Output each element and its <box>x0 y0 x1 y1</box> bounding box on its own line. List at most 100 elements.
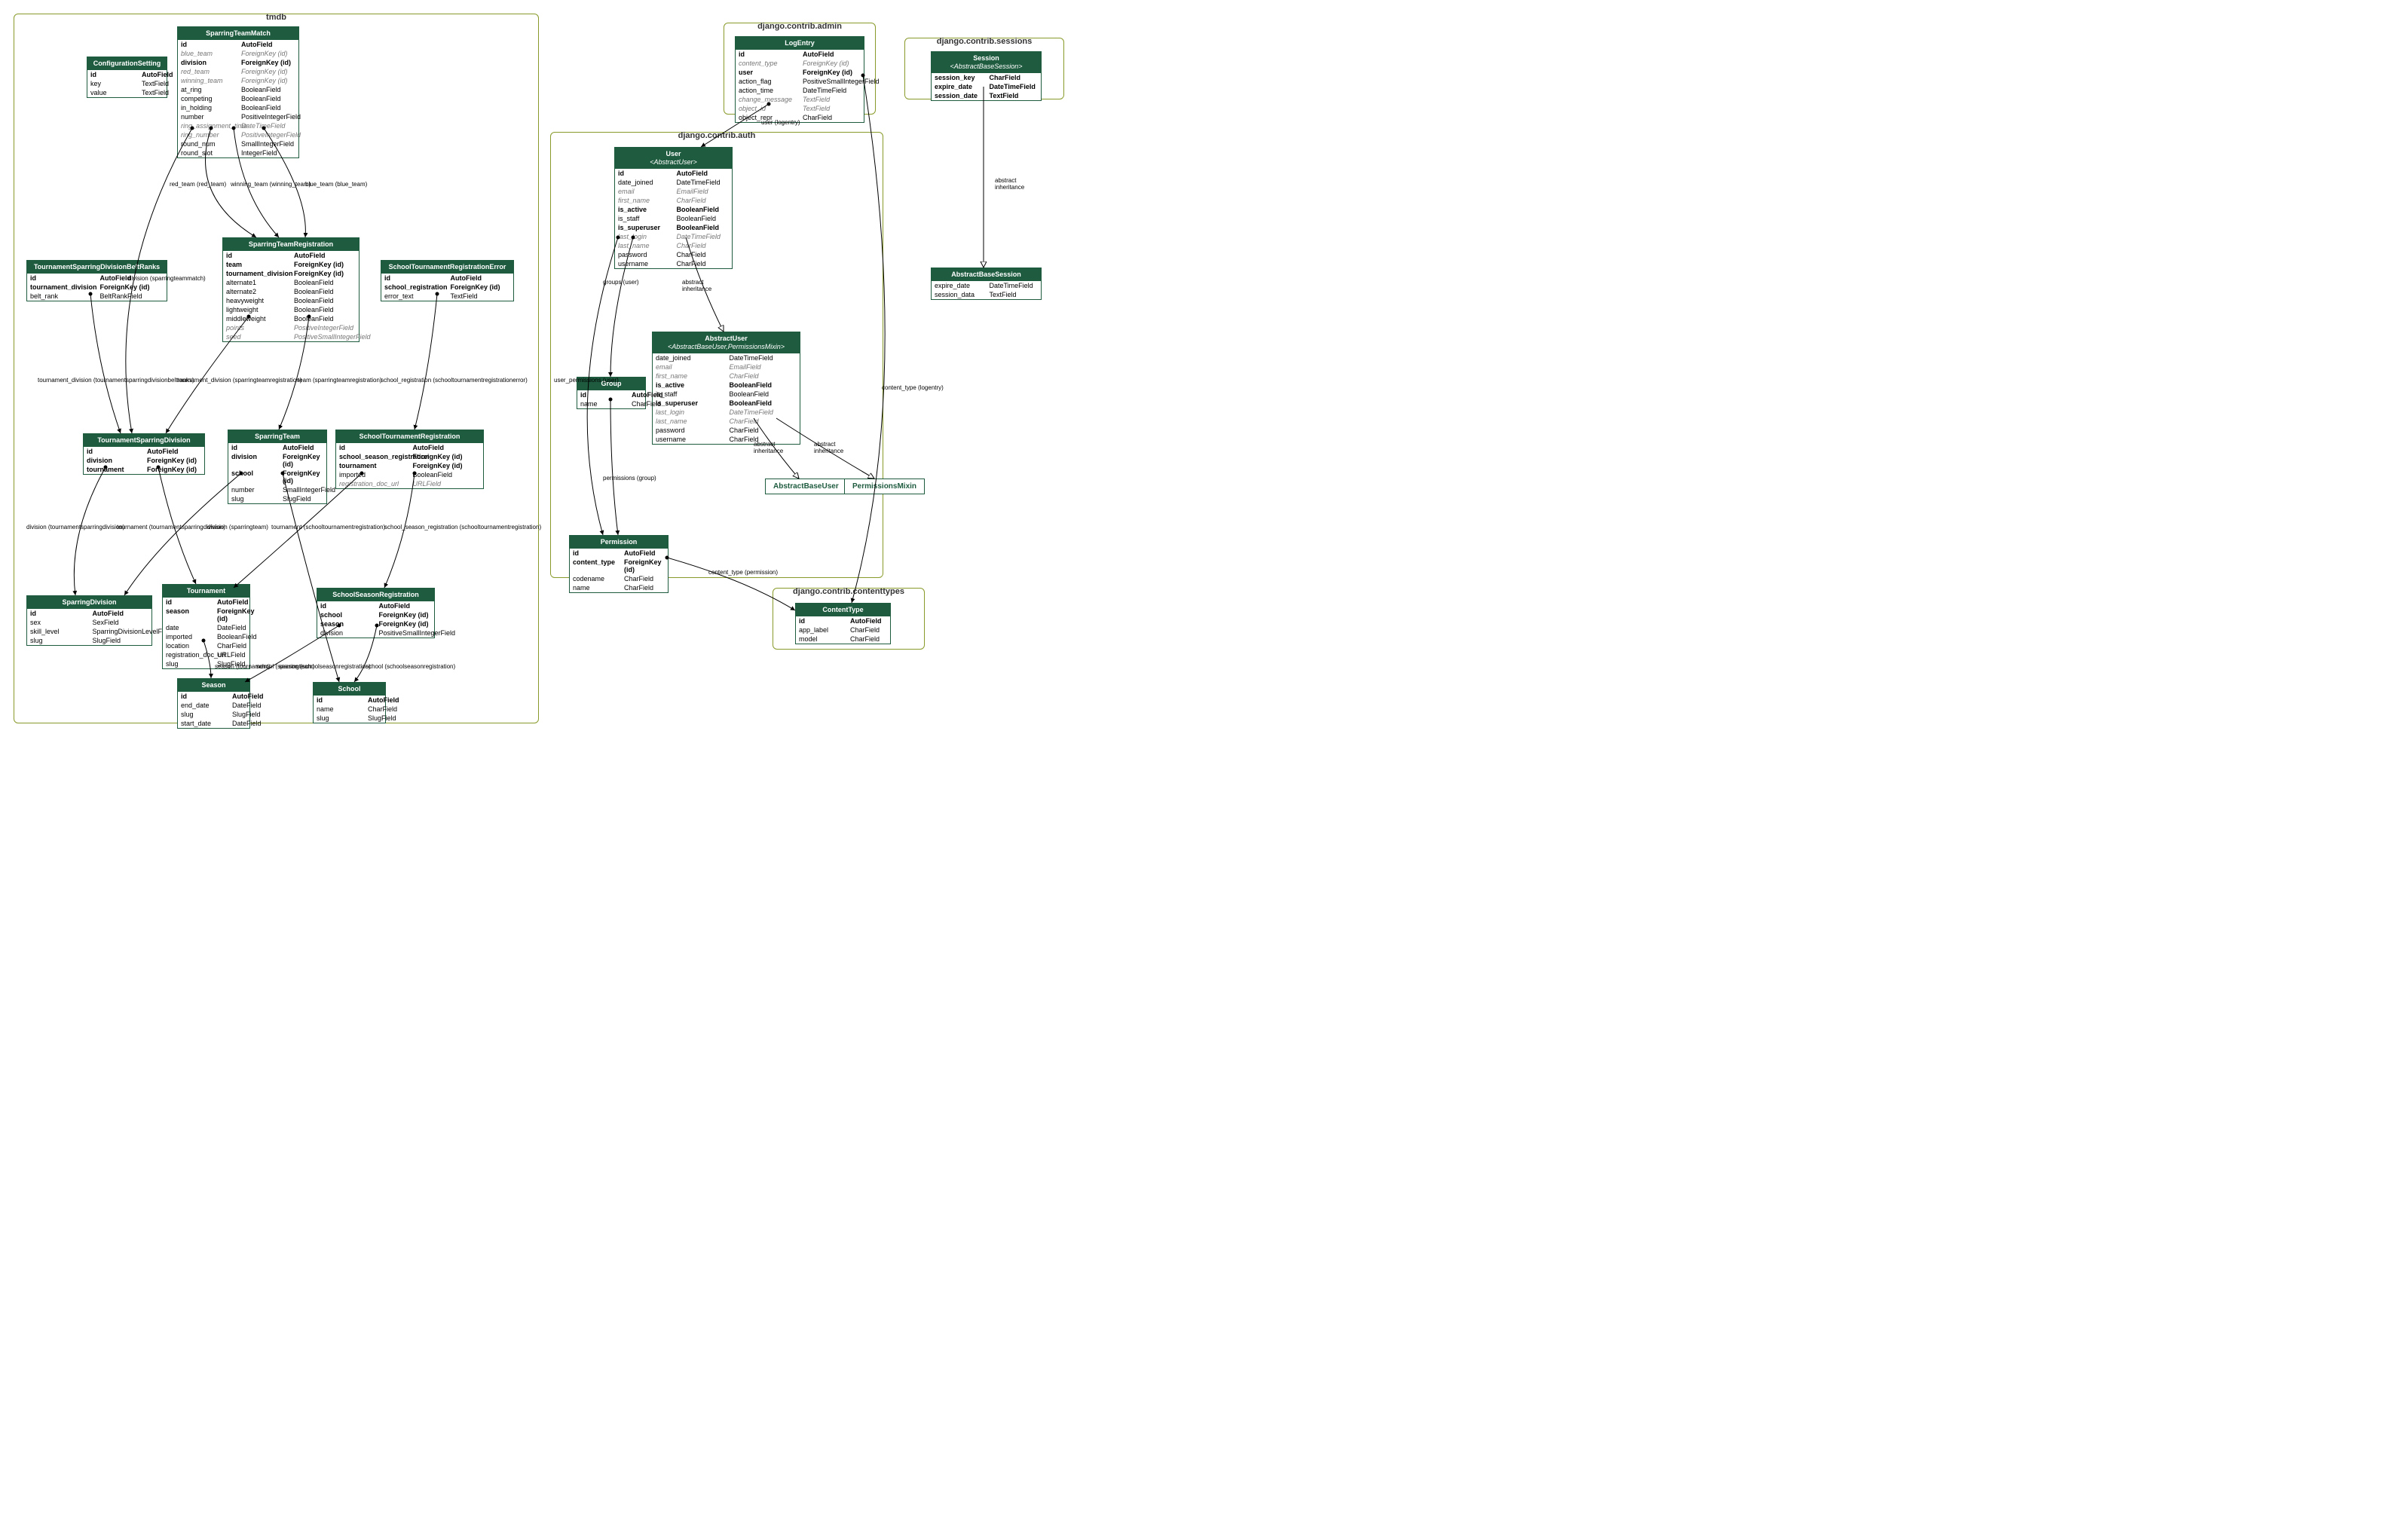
field-row: in_holdingBooleanField <box>178 103 298 112</box>
field-row: last_loginDateTimeField <box>615 232 732 241</box>
field-row: last_nameCharField <box>615 241 732 250</box>
field-row: passwordCharField <box>615 250 732 259</box>
field-row: seedPositiveSmallIntegerField <box>223 332 359 341</box>
cluster-label: django.contrib.contenttypes <box>773 586 924 598</box>
field-row: is_superuserBooleanField <box>615 223 732 232</box>
entity-sparringteammatch: SparringTeamMatchidAutoFieldblue_teamFor… <box>177 26 299 158</box>
entity-abstractuser: AbstractUser<AbstractBaseUser,Permission… <box>652 332 800 445</box>
field-row: idAutoField <box>163 598 249 607</box>
field-row: seasonForeignKey (id) <box>317 619 434 628</box>
edge-label: abstract inheritance <box>682 279 711 292</box>
field-row: registration_doc_urlURLField <box>163 650 249 659</box>
field-row: idAutoField <box>317 601 434 610</box>
field-row: belt_rankBeltRankField <box>27 292 167 301</box>
entity-user: User<AbstractUser>idAutoFielddate_joined… <box>614 147 733 269</box>
field-row: expire_dateDateTimeField <box>932 281 1041 290</box>
field-row: at_ringBooleanField <box>178 85 298 94</box>
entity-title: Session<AbstractBaseSession> <box>932 52 1041 73</box>
field-row: winning_teamForeignKey (id) <box>178 76 298 85</box>
field-row: numberSmallIntegerField <box>228 485 326 494</box>
edge-label: division (sparringteammatch) <box>128 275 206 282</box>
entity-title: ConfigurationSetting <box>87 57 167 70</box>
entity-sparringteamregistration: SparringTeamRegistrationidAutoFieldteamF… <box>222 237 360 342</box>
field-row: idAutoField <box>223 251 359 260</box>
edge-label: division (sparringteam) <box>207 524 268 531</box>
entity-title: TournamentSparringDivisionBeltRanks <box>27 261 167 274</box>
field-row: nameCharField <box>570 583 668 592</box>
edge-label: user_permissions (user) <box>554 377 619 384</box>
field-row: idAutoField <box>178 692 249 701</box>
field-row: school_season_registrationForeignKey (id… <box>336 452 483 461</box>
field-row: lightweightBooleanField <box>223 305 359 314</box>
field-row: round_slotIntegerField <box>178 148 298 157</box>
edge-label: season (schoolseasonregistration) <box>279 663 371 670</box>
field-row: tournamentForeignKey (id) <box>84 465 204 474</box>
cluster-label: django.contrib.admin <box>724 20 875 32</box>
field-row: registration_doc_urlURLField <box>336 479 483 488</box>
edge-label: abstract inheritance <box>754 441 783 454</box>
field-row: change_messageTextField <box>736 95 864 104</box>
field-row: middleweightBooleanField <box>223 314 359 323</box>
edge-label: division (tournamentsparringdivision) <box>26 524 124 531</box>
edge-label: permissions (group) <box>603 475 656 482</box>
field-row: end_dateDateField <box>178 701 249 710</box>
edge-label: red_team (red_team) <box>170 181 226 188</box>
field-row: action_timeDateTimeField <box>736 86 864 95</box>
field-row: idAutoField <box>178 40 298 49</box>
field-row: idAutoField <box>796 616 890 625</box>
field-row: alternate2BooleanField <box>223 287 359 296</box>
entity-title: SparringTeamMatch <box>178 27 298 40</box>
entity-title: SchoolTournamentRegistrationError <box>381 261 513 274</box>
field-row: schoolForeignKey (id) <box>228 469 326 485</box>
edge-label: abstract inheritance <box>814 441 843 454</box>
field-row: idAutoField <box>336 443 483 452</box>
field-row: slugSlugField <box>314 714 385 723</box>
field-row: emailEmailField <box>615 187 732 196</box>
edge-label: tournament_division (sparringteamregistr… <box>177 377 301 384</box>
field-row: divisionForeignKey (id) <box>178 58 298 67</box>
field-row: userForeignKey (id) <box>736 68 864 77</box>
field-row: idAutoField <box>577 390 645 399</box>
edge-label: team (sparringteamregistration) <box>298 377 382 384</box>
field-row: first_nameCharField <box>653 372 800 381</box>
field-row: divisionForeignKey (id) <box>84 456 204 465</box>
field-row: idAutoField <box>27 609 151 618</box>
entity-title: SparringDivision <box>27 596 151 609</box>
field-row: divisionForeignKey (id) <box>228 452 326 469</box>
field-row: session_dataTextField <box>932 290 1041 299</box>
field-row: idAutoField <box>381 274 513 283</box>
edge-label: tournament_division (tournamentsparringd… <box>38 377 194 384</box>
entity-logentry: LogEntryidAutoFieldcontent_typeForeignKe… <box>735 36 864 123</box>
entity-title: TournamentSparringDivision <box>84 434 204 447</box>
node-abstractbaseuser: AbstractBaseUser <box>765 479 847 494</box>
cluster-label: django.contrib.auth <box>551 130 883 142</box>
diagram-canvas: tmdb django.contrib.admin django.contrib… <box>8 8 1115 731</box>
field-row: keyTextField <box>87 79 167 88</box>
edge-label: school_season_registration (schooltourna… <box>384 524 541 531</box>
field-row: blue_teamForeignKey (id) <box>178 49 298 58</box>
field-row: emailEmailField <box>653 362 800 372</box>
field-row: divisionPositiveSmallIntegerField <box>317 628 434 638</box>
edge-label: content_type (permission) <box>708 569 778 576</box>
entity-tournament: TournamentidAutoFieldseasonForeignKey (i… <box>162 584 250 669</box>
edge-label: user (logentry) <box>761 119 800 126</box>
field-row: is_activeBooleanField <box>615 205 732 214</box>
field-row: tournamentForeignKey (id) <box>336 461 483 470</box>
entity-title: SchoolTournamentRegistration <box>336 430 483 443</box>
field-row: heavyweightBooleanField <box>223 296 359 305</box>
entity-contenttype: ContentTypeidAutoFieldapp_labelCharField… <box>795 603 891 644</box>
field-row: date_joinedDateTimeField <box>653 353 800 362</box>
entity-sparringdivision: SparringDivisionidAutoFieldsexSexFieldsk… <box>26 595 152 646</box>
field-row: sexSexField <box>27 618 151 627</box>
field-row: idAutoField <box>736 50 864 59</box>
field-row: nameCharField <box>314 705 385 714</box>
entity-title: Season <box>178 679 249 692</box>
field-row: content_typeForeignKey (id) <box>570 558 668 574</box>
entity-title: User<AbstractUser> <box>615 148 732 169</box>
entity-title: Permission <box>570 536 668 549</box>
field-row: teamForeignKey (id) <box>223 260 359 269</box>
field-row: ring_numberPositiveIntegerField <box>178 130 298 139</box>
field-row: error_textTextField <box>381 292 513 301</box>
field-row: usernameCharField <box>615 259 732 268</box>
entity-season: SeasonidAutoFieldend_dateDateFieldslugSl… <box>177 678 250 729</box>
